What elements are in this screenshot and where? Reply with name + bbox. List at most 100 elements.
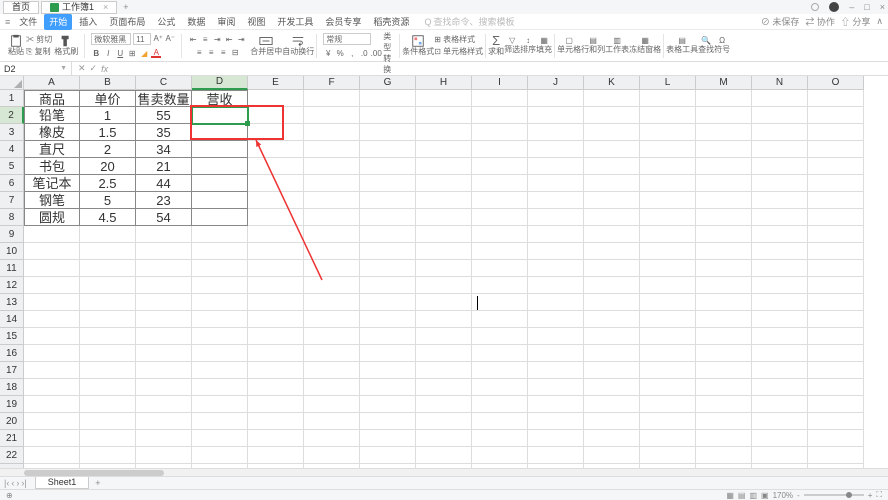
col-header-E[interactable]: E [248, 76, 304, 90]
cell-B1[interactable]: 单价 [80, 90, 136, 107]
cell-N3[interactable] [752, 124, 808, 141]
cell-M10[interactable] [696, 243, 752, 260]
cell-G14[interactable] [360, 311, 416, 328]
font-shrink-icon[interactable]: A⁻ [165, 33, 175, 43]
cell-H7[interactable] [416, 192, 472, 209]
cell-B3[interactable]: 1.5 [80, 124, 136, 141]
view-normal-icon[interactable]: ▦ [726, 491, 734, 500]
cell-I15[interactable] [472, 328, 528, 345]
zoom-out-button[interactable]: - [797, 491, 800, 500]
menu-start[interactable]: 开始 [44, 14, 72, 30]
cell-L14[interactable] [640, 311, 696, 328]
col-header-L[interactable]: L [640, 76, 696, 90]
cell-M20[interactable] [696, 413, 752, 430]
dec-inc-icon[interactable]: .0 [359, 48, 369, 58]
cell-O6[interactable] [808, 175, 864, 192]
cell-D17[interactable] [192, 362, 248, 379]
cell-J12[interactable] [528, 277, 584, 294]
cell-C7[interactable]: 23 [136, 192, 192, 209]
cell-N21[interactable] [752, 430, 808, 447]
cell-K9[interactable] [584, 226, 640, 243]
cell-G17[interactable] [360, 362, 416, 379]
row-header-16[interactable]: 16 [0, 345, 24, 362]
cell-H6[interactable] [416, 175, 472, 192]
cell-M5[interactable] [696, 158, 752, 175]
merge-icon[interactable]: ⊟ [230, 48, 240, 58]
font-color-button[interactable]: A [151, 48, 161, 58]
cell-J21[interactable] [528, 430, 584, 447]
cell-L4[interactable] [640, 141, 696, 158]
row-header-20[interactable]: 20 [0, 413, 24, 430]
cell-C3[interactable]: 35 [136, 124, 192, 141]
cell-A20[interactable] [24, 413, 80, 430]
menu-file[interactable]: 文件 [14, 14, 42, 30]
cell-F18[interactable] [304, 379, 360, 396]
cell-C5[interactable]: 21 [136, 158, 192, 175]
cells-area[interactable]: 商品单价售卖数量营收铅笔155橡皮1.535直尺234书包2021笔记本2.54… [24, 90, 864, 478]
menu-review[interactable]: 审阅 [212, 14, 240, 30]
cell-A18[interactable] [24, 379, 80, 396]
cell-O16[interactable] [808, 345, 864, 362]
cell-O2[interactable] [808, 107, 864, 124]
window-max-icon[interactable]: □ [864, 2, 869, 12]
cell-L12[interactable] [640, 277, 696, 294]
cell-O19[interactable] [808, 396, 864, 413]
cell-H8[interactable] [416, 209, 472, 226]
row-header-14[interactable]: 14 [0, 311, 24, 328]
cell-O11[interactable] [808, 260, 864, 277]
row-header-15[interactable]: 15 [0, 328, 24, 345]
cell-M18[interactable] [696, 379, 752, 396]
bold-button[interactable]: B [91, 48, 101, 58]
cell-E5[interactable] [248, 158, 304, 175]
cell-H10[interactable] [416, 243, 472, 260]
cell-B4[interactable]: 2 [80, 141, 136, 158]
cell-I7[interactable] [472, 192, 528, 209]
cell-M21[interactable] [696, 430, 752, 447]
window-min-icon[interactable]: – [849, 2, 854, 12]
cell-O21[interactable] [808, 430, 864, 447]
cell-N8[interactable] [752, 209, 808, 226]
sum-button[interactable]: Σ求和 [488, 34, 504, 57]
cell-F2[interactable] [304, 107, 360, 124]
cell-F3[interactable] [304, 124, 360, 141]
cell-O3[interactable] [808, 124, 864, 141]
merge-center-button[interactable]: 合并居中 [250, 34, 282, 57]
align-bot-icon[interactable]: ⇥ [212, 35, 222, 45]
cell-H5[interactable] [416, 158, 472, 175]
cell-B11[interactable] [80, 260, 136, 277]
cell-K4[interactable] [584, 141, 640, 158]
col-header-I[interactable]: I [472, 76, 528, 90]
cell-M9[interactable] [696, 226, 752, 243]
cell-L2[interactable] [640, 107, 696, 124]
fx-icon[interactable]: fx [101, 64, 108, 74]
cell-H15[interactable] [416, 328, 472, 345]
cell-K22[interactable] [584, 447, 640, 464]
cell-E11[interactable] [248, 260, 304, 277]
cell-N18[interactable] [752, 379, 808, 396]
cancel-fx-icon[interactable]: ✕ [78, 63, 86, 74]
cell-B15[interactable] [80, 328, 136, 345]
cell-I10[interactable] [472, 243, 528, 260]
cell-M3[interactable] [696, 124, 752, 141]
currency-icon[interactable]: ¥ [323, 48, 333, 58]
cell-K14[interactable] [584, 311, 640, 328]
cell-D22[interactable] [192, 447, 248, 464]
horizontal-scrollbar[interactable] [0, 468, 888, 476]
cell-M15[interactable] [696, 328, 752, 345]
cell-G13[interactable] [360, 294, 416, 311]
cell-K13[interactable] [584, 294, 640, 311]
cell-D16[interactable] [192, 345, 248, 362]
cell-N2[interactable] [752, 107, 808, 124]
cell-D9[interactable] [192, 226, 248, 243]
cell-F11[interactable] [304, 260, 360, 277]
sheet-add-button[interactable]: + [89, 478, 106, 488]
cell-L9[interactable] [640, 226, 696, 243]
cell-O1[interactable] [808, 90, 864, 107]
view-read-icon[interactable]: ▣ [761, 491, 769, 500]
cell-E12[interactable] [248, 277, 304, 294]
menu-insert[interactable]: 插入 [74, 14, 102, 30]
cell-I6[interactable] [472, 175, 528, 192]
cell-N11[interactable] [752, 260, 808, 277]
cell-E20[interactable] [248, 413, 304, 430]
row-header-21[interactable]: 21 [0, 430, 24, 447]
